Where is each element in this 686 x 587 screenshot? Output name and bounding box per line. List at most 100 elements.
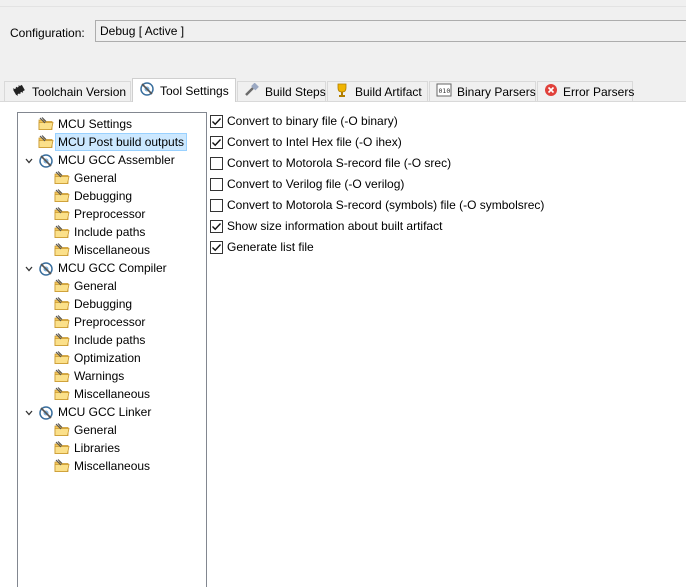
option-checkbox[interactable] xyxy=(210,177,223,191)
tab-toolchain-version[interactable]: Toolchain Version xyxy=(4,81,131,101)
chevron-down-icon[interactable] xyxy=(24,407,34,417)
option-row[interactable]: Convert to Motorola S-record (symbols) f… xyxy=(210,196,544,214)
tab-label: Tool Settings xyxy=(160,83,229,98)
tree-item[interactable]: Libraries xyxy=(54,439,120,457)
tree-item[interactable]: MCU Post build outputs xyxy=(38,133,188,151)
option-checkbox[interactable] xyxy=(210,198,223,212)
folder-icon xyxy=(54,171,70,185)
tab-error-parsers[interactable]: Error Parsers xyxy=(537,81,635,101)
tab-label: Binary Parsers xyxy=(457,84,536,99)
option-label: Generate list file xyxy=(227,240,314,254)
tab-binary-parsers[interactable]: 010 Binary Parsers xyxy=(429,81,536,101)
tree-item[interactable]: Include paths xyxy=(54,223,145,241)
tool-settings-icon xyxy=(38,261,54,276)
tree-item-label: Preprocessor xyxy=(74,315,146,329)
folder-icon xyxy=(54,369,70,383)
tree-item-label: MCU GCC Compiler xyxy=(58,261,167,275)
tab-label: Error Parsers xyxy=(563,84,635,99)
tool-settings-icon xyxy=(38,153,54,168)
folder-icon xyxy=(54,315,70,329)
option-label: Convert to Intel Hex file (-O ihex) xyxy=(227,135,402,149)
tab-build-steps[interactable]: Build Steps xyxy=(237,81,326,101)
folder-icon xyxy=(54,279,70,293)
tree-item-label: MCU Settings xyxy=(58,117,133,131)
option-label: Convert to Motorola S-record file (-O sr… xyxy=(227,156,452,170)
gear-tool-icon xyxy=(139,81,155,100)
tree-item-label: Preprocessor xyxy=(74,207,146,221)
tree-item[interactable]: General xyxy=(54,277,117,295)
tree-item-label: Miscellaneous xyxy=(74,459,151,473)
tree-item-label: Include paths xyxy=(74,225,146,239)
checkmark-icon xyxy=(212,117,222,125)
chevron-down-icon[interactable] xyxy=(24,263,34,273)
tree-item[interactable]: Debugging xyxy=(54,187,132,205)
chevron-down-icon[interactable] xyxy=(24,155,34,165)
tree-item-label: General xyxy=(74,279,117,293)
build-steps-icon xyxy=(244,82,260,100)
option-row[interactable]: Convert to Motorola S-record file (-O sr… xyxy=(210,154,451,172)
tree-item-label: Optimization xyxy=(74,351,141,365)
option-label: Convert to Motorola S-record (symbols) f… xyxy=(227,198,545,212)
tree-item[interactable]: Miscellaneous xyxy=(54,457,150,475)
binary-icon: 010 xyxy=(436,83,452,100)
tree-item[interactable]: Miscellaneous xyxy=(54,385,150,403)
tree-tool-node[interactable]: MCU GCC Assembler xyxy=(38,151,175,169)
tree-tool-node[interactable]: MCU GCC Compiler xyxy=(38,259,167,277)
tree-item[interactable]: Optimization xyxy=(54,349,141,367)
chip-icon xyxy=(11,83,27,100)
configuration-select[interactable]: Debug [ Active ] xyxy=(95,20,686,42)
tab-build-artifact[interactable]: Build Artifact xyxy=(327,81,428,101)
checkmark-icon xyxy=(212,138,222,146)
tab-label: Toolchain Version xyxy=(32,84,127,99)
tree-item-label: Warnings xyxy=(74,369,125,383)
option-checkbox[interactable] xyxy=(210,114,223,128)
checkmark-icon xyxy=(212,222,222,230)
folder-icon xyxy=(54,297,70,311)
folder-icon xyxy=(54,423,70,437)
folder-icon xyxy=(54,189,70,203)
divider xyxy=(0,6,686,7)
error-icon xyxy=(544,83,558,100)
option-checkbox[interactable] xyxy=(210,135,223,149)
folder-icon xyxy=(38,135,54,149)
option-checkbox[interactable] xyxy=(210,219,223,233)
svg-text:010: 010 xyxy=(439,87,451,95)
option-row[interactable]: Convert to Verilog file (-O verilog) xyxy=(210,175,404,193)
tree-item-label: General xyxy=(74,423,117,437)
tree-tool-node[interactable]: MCU GCC Linker xyxy=(38,403,151,421)
tab-tool-settings[interactable]: Tool Settings xyxy=(132,78,236,102)
tree-item[interactable]: Preprocessor xyxy=(54,313,145,331)
option-row[interactable]: Generate list file xyxy=(210,238,314,256)
tree-item[interactable]: Debugging xyxy=(54,295,132,313)
tree-item-label: Miscellaneous xyxy=(74,243,151,257)
folder-icon xyxy=(38,117,54,131)
option-row[interactable]: Convert to binary file (-O binary) xyxy=(210,112,398,130)
tree-item[interactable]: Warnings xyxy=(54,367,124,385)
tree-item[interactable]: General xyxy=(54,421,117,439)
tab-label: Build Artifact xyxy=(355,84,422,99)
tree-item-label: Debugging xyxy=(74,189,133,203)
tree-item-label: Debugging xyxy=(74,297,133,311)
tree-item-label: Libraries xyxy=(74,441,121,455)
option-label: Convert to Verilog file (-O verilog) xyxy=(227,177,405,191)
tree-item[interactable]: Miscellaneous xyxy=(54,241,150,259)
tree-item[interactable]: Preprocessor xyxy=(54,205,145,223)
folder-icon xyxy=(54,333,70,347)
tree-item-label: General xyxy=(74,171,117,185)
option-checkbox[interactable] xyxy=(210,156,223,170)
folder-icon xyxy=(54,243,70,257)
folder-icon xyxy=(54,387,70,401)
tree-item-label: Miscellaneous xyxy=(74,387,151,401)
option-checkbox[interactable] xyxy=(210,240,223,254)
folder-icon xyxy=(54,441,70,455)
option-row[interactable]: Convert to Intel Hex file (-O ihex) xyxy=(210,133,402,151)
folder-icon xyxy=(54,207,70,221)
option-row[interactable]: Show size information about built artifa… xyxy=(210,217,442,235)
configuration-label: Configuration: xyxy=(10,26,85,40)
tree-item[interactable]: MCU Settings xyxy=(38,115,132,133)
tree-item[interactable]: Include paths xyxy=(54,331,145,349)
tool-settings-icon xyxy=(38,405,54,420)
tree-item[interactable]: General xyxy=(54,169,117,187)
option-label: Show size information about built artifa… xyxy=(227,219,443,233)
option-label: Convert to binary file (-O binary) xyxy=(227,114,398,128)
